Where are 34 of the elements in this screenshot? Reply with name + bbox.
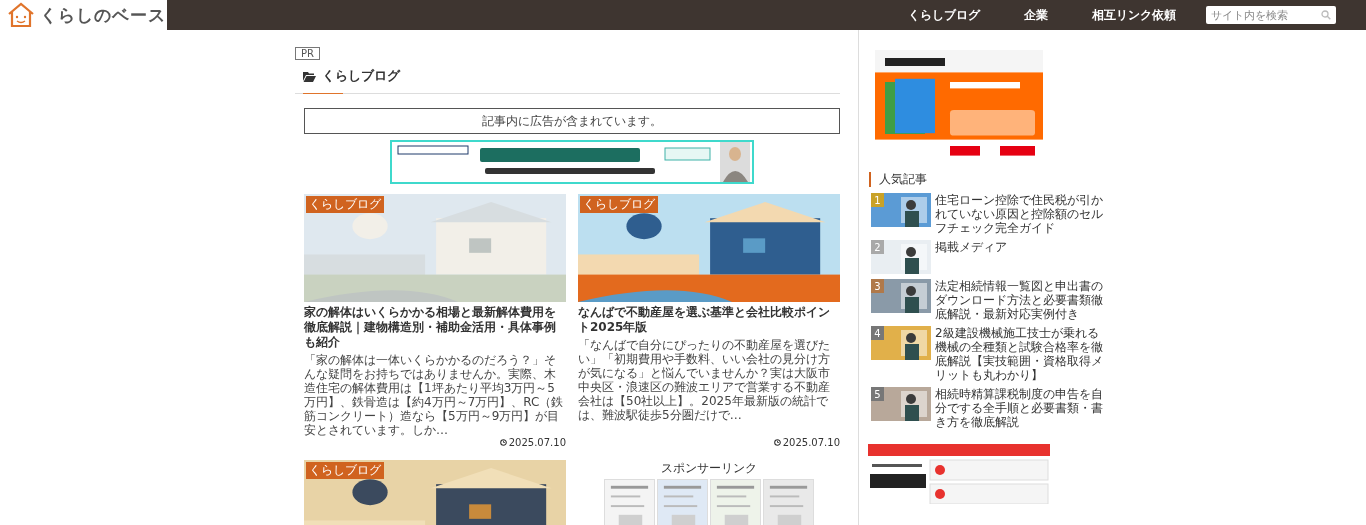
popular-article-link[interactable]: 法定相続情報一覧図と申出書のダウンロード方法と必要書類徹底解説・最新対応実例付き <box>935 279 1103 321</box>
article-excerpt: 「なんばで自分にぴったりの不動産屋を選びたい」「初期費用や手数料、いい会社の見分け方が気になる」と悩んでいませんか？実は大阪市中央区・浪速区の難波エリアで営業する不動産会社は【50社以上】。2025年最新版の統計では、難波駅徒歩5分圏だけで… <box>578 338 831 422</box>
article-date: 2025.07.10 <box>782 437 840 448</box>
popular-article-link[interactable]: 住宅ローン控除で住民税が引かれていない原因と控除額のセルフチェック完全ガイド <box>935 193 1103 235</box>
category-tag[interactable]: くらしブログ <box>580 196 658 213</box>
logo-text: くらしのベース <box>40 3 166 27</box>
section-heading: 人気記事 <box>869 172 1108 187</box>
sponsor-label: スポンサーリンク <box>661 460 757 477</box>
rank-badge: 5 <box>871 387 884 401</box>
clock-icon <box>499 439 507 446</box>
clock-icon <box>773 439 781 446</box>
nav-link[interactable]: 企業 <box>1002 6 1070 24</box>
page-heading: くらしブログ <box>322 67 400 85</box>
category-tag[interactable]: くらしブログ <box>306 196 384 213</box>
folder-icon <box>303 70 316 82</box>
article-title[interactable]: なんばで不動産屋を選ぶ基準と会社比較ポイント2025年版 <box>578 305 840 335</box>
pr-label: PR <box>295 47 320 60</box>
article-excerpt: 「家の解体は一体いくらかかるのだろう？」そんな疑問をお持ちではありませんか。実際、木造住宅の解体費用は【1坪あたり平均3万円～5万円】、鉄骨造は【約4万円～7万円】、RC（鉄筋コンクリート）造なら【5万円～9万円】が目安とされています。しか… <box>304 353 565 437</box>
rank-badge: 3 <box>871 279 884 293</box>
article-title[interactable]: 家の解体はいくらかかる相場と最新解体費用を徹底解説｜建物構造別・補助金活用・具体事例も紹介 <box>304 305 566 350</box>
nav-link[interactable]: 相互リンク依頼 <box>1070 6 1198 24</box>
popular-article-link[interactable]: 掲載メディア <box>935 240 1103 274</box>
category-tag[interactable]: くらしブログ <box>306 462 384 479</box>
rank-badge: 2 <box>871 240 884 254</box>
popular-article-link[interactable]: 2級建設機械施工技士が乗れる機械の全種類と試験合格率を徹底解説【実技範囲・資格取得メリットも丸わかり】 <box>935 326 1103 382</box>
site-logo[interactable]: くらしのベース <box>0 0 167 30</box>
search-field[interactable]: サイト内を検索 <box>1206 6 1336 24</box>
nav-link[interactable]: くらしブログ <box>886 6 1002 24</box>
popular-article-link[interactable]: 相続時精算課税制度の申告を自分でする全手順と必要書類・書き方を徹底解説 <box>935 387 1103 429</box>
article-date: 2025.07.10 <box>508 437 566 448</box>
rank-badge: 1 <box>871 193 884 207</box>
ad-notice: 記事内に広告が含まれています。 <box>304 108 840 134</box>
house-icon <box>6 2 36 28</box>
rank-badge: 4 <box>871 326 884 340</box>
